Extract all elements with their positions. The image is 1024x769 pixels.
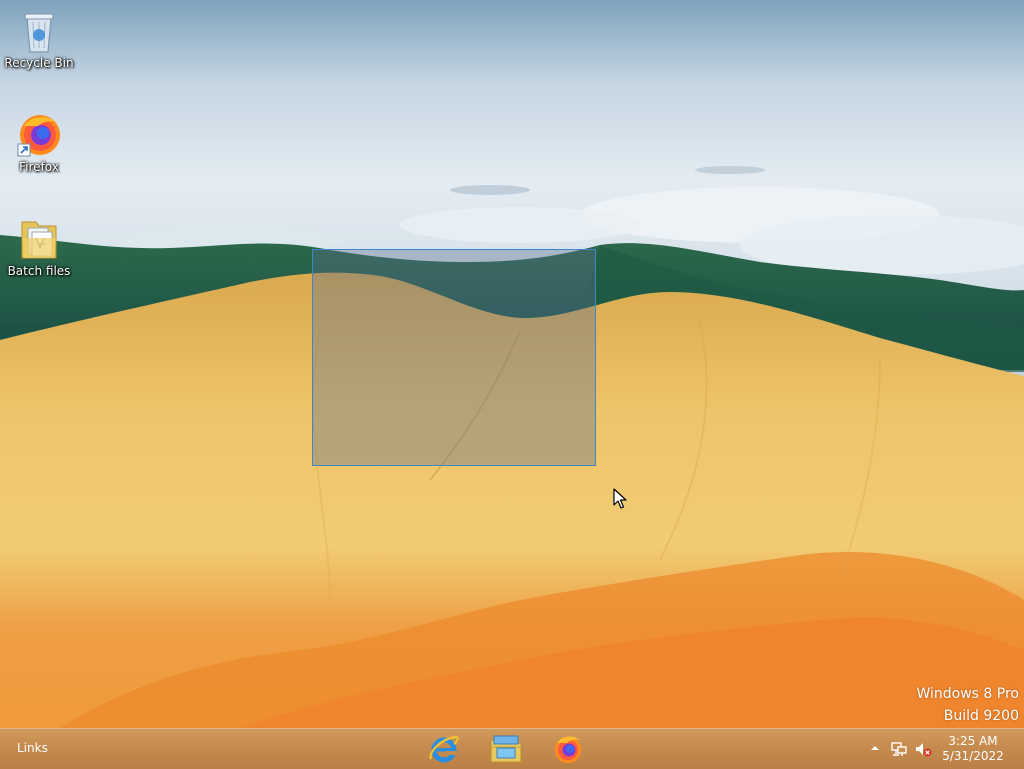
selection-rectangle — [312, 249, 596, 466]
links-toolbar-label[interactable]: Links — [17, 741, 48, 755]
internet-explorer-icon — [429, 735, 459, 763]
volume-muted-icon[interactable] — [914, 740, 932, 758]
clock-date: 5/31/2022 — [942, 749, 1004, 763]
mouse-pointer-icon — [613, 488, 627, 509]
watermark-edition: Windows 8 Pro — [916, 686, 1019, 702]
folder-icon — [21, 221, 57, 259]
network-icon[interactable] — [890, 740, 908, 758]
desktop-icon-recycle-bin[interactable]: Recycle Bin — [1, 8, 77, 70]
firefox-icon — [17, 115, 60, 157]
taskbar: Links 3:25 AM 5/31/2022 — [0, 728, 1024, 769]
desktop[interactable]: Recycle Bin Firefox Batch files Windows … — [0, 0, 1024, 728]
taskbar-clock[interactable]: 3:25 AM 5/31/2022 — [940, 734, 1006, 764]
desktop-icon-label: Batch files — [7, 264, 71, 278]
clock-time: 3:25 AM — [948, 734, 998, 748]
desktop-icon-batch-files[interactable]: Batch files — [1, 214, 77, 278]
taskbar-button-file-explorer[interactable] — [483, 731, 529, 767]
desktop-icon-label: Recycle Bin — [4, 56, 74, 70]
watermark-build: Build 9200 — [943, 708, 1019, 724]
firefox-icon — [555, 736, 581, 763]
show-hidden-icons-chevron[interactable] — [869, 742, 881, 754]
recycle-bin-icon — [24, 13, 54, 53]
taskbar-button-firefox[interactable] — [545, 731, 591, 767]
desktop-icon-label: Firefox — [19, 160, 59, 174]
taskbar-button-internet-explorer[interactable] — [421, 731, 467, 767]
desktop-icon-firefox[interactable]: Firefox — [1, 112, 77, 174]
windows-edition-watermark: Windows 8 Pro Build 9200 — [916, 683, 1019, 727]
file-explorer-icon — [490, 735, 522, 763]
